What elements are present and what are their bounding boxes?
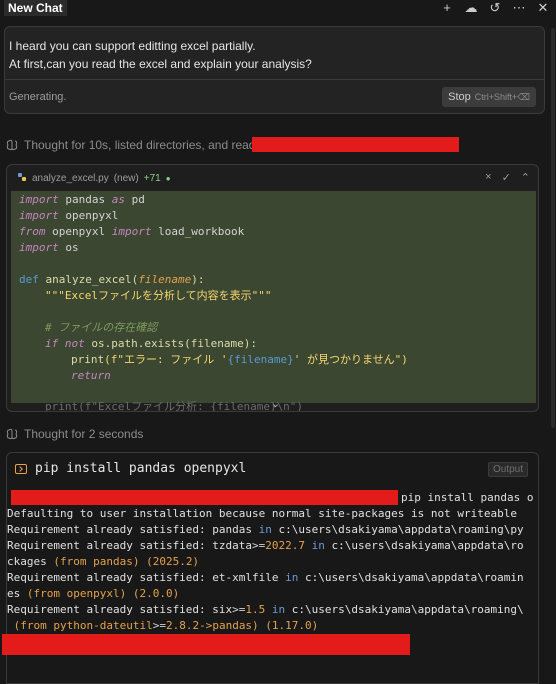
thought-text-1: Thought for 10s, listed directories, and…: [24, 138, 256, 152]
message-line-1: I heard you can support editting excel p…: [9, 39, 256, 53]
stop-button[interactable]: Stop Ctrl+Shift+⌫: [442, 87, 536, 107]
message-divider: [5, 79, 544, 80]
terminal-prompt-line: pip install pandas o: [401, 491, 534, 504]
expand-icon[interactable]: ⌃: [521, 171, 530, 184]
generating-status: Generating.: [9, 91, 67, 103]
code-new-tag: (new): [113, 172, 139, 184]
code-line-1: import pandas as pd: [19, 193, 145, 206]
thought-row-1[interactable]: Thought for 10s, listed directories, and…: [6, 138, 255, 152]
stop-button-label: Stop: [448, 91, 471, 103]
terminal-line-default: Defaulting to user installation because …: [7, 507, 517, 520]
history-icon[interactable]: ↺: [488, 0, 502, 16]
code-line-9: # ファイルの存在確認: [45, 321, 158, 334]
code-line-12: return: [71, 369, 111, 382]
lines-added-count: +71: [143, 172, 161, 184]
terminal-line-req3: Requirement already satisfied: et-xmlfil…: [7, 571, 524, 584]
more-icon[interactable]: ⋯: [512, 0, 526, 16]
header-actions: + ☁ ↺ ⋯ ✕: [440, 0, 550, 16]
chat-title[interactable]: New Chat: [4, 0, 67, 16]
plus-icon[interactable]: +: [440, 0, 454, 16]
terminal-command: pip install pandas openpyxl: [35, 461, 247, 476]
code-line-6: def analyze_excel(filename):: [19, 273, 205, 286]
terminal-line-req4-cont: (from python-dateutil>=2.8.2->pandas) (1…: [7, 619, 319, 632]
redaction-bar: [252, 137, 459, 152]
terminal-line-req3-cont: es (from openpyxl) (2.0.0): [7, 587, 180, 600]
user-message-card: I heard you can support editting excel p…: [4, 26, 545, 114]
code-line-3: from openpyxl import load_workbook: [19, 225, 245, 238]
user-message-text: I heard you can support editting excel p…: [9, 37, 312, 73]
code-actions: × ✓ ⌃: [485, 171, 530, 184]
python-file-icon: [17, 172, 27, 185]
thought-text-2: Thought for 2 seconds: [24, 427, 144, 441]
terminal-line-req1: Requirement already satisfied: pandas in…: [7, 523, 524, 536]
code-edit-card: analyze_excel.py (new) +71 ● × ✓ ⌃ impor…: [6, 164, 539, 412]
chat-header: New Chat + ☁ ↺ ⋯ ✕: [0, 0, 556, 18]
stop-shortcut: Ctrl+Shift+⌫: [474, 91, 530, 102]
redaction-bar: [11, 490, 398, 505]
close-icon[interactable]: ✕: [536, 0, 550, 16]
message-line-2: At first,can you read the excel and expl…: [9, 57, 312, 71]
code-line-11: print(f"エラー: ファイル '{filename}' が見つかりません"…: [71, 353, 408, 366]
code-line-14: print(f"Excelファイル分析: {filename}\n"): [45, 400, 304, 412]
chevron-down-icon[interactable]: ⌄: [271, 397, 280, 410]
cloud-icon[interactable]: ☁: [464, 0, 478, 16]
reject-icon[interactable]: ×: [485, 171, 491, 184]
code-line-10: if not os.path.exists(filename):: [45, 337, 257, 350]
terminal-line-req2-cont: ckages (from pandas) (2025.2): [7, 555, 200, 568]
brain-icon: [6, 428, 18, 440]
thought-row-2[interactable]: Thought for 2 seconds: [6, 427, 143, 441]
terminal-line-req4: Requirement already satisfied: six>=1.5 …: [7, 603, 524, 616]
terminal-header: pip install pandas openpyxl: [15, 461, 246, 476]
modified-dot-icon: ●: [165, 173, 171, 183]
code-filename: analyze_excel.py: [32, 172, 109, 184]
code-file-header[interactable]: analyze_excel.py (new) +71 ●: [7, 165, 538, 191]
code-line-4: import os: [19, 241, 79, 254]
redaction-bar: [2, 634, 410, 655]
terminal-line-req2: Requirement already satisfied: tzdata>=2…: [7, 539, 524, 552]
code-line-2: import openpyxl: [19, 209, 119, 222]
brain-icon: [6, 139, 18, 151]
scrollbar[interactable]: [551, 28, 555, 428]
accept-icon[interactable]: ✓: [502, 171, 511, 184]
code-body: import pandas as pd import openpyxl from…: [11, 191, 536, 403]
output-button[interactable]: Output: [487, 462, 528, 477]
code-line-7: """Excelファイルを分析して内容を表示""": [45, 289, 272, 302]
terminal-icon: [15, 463, 27, 474]
